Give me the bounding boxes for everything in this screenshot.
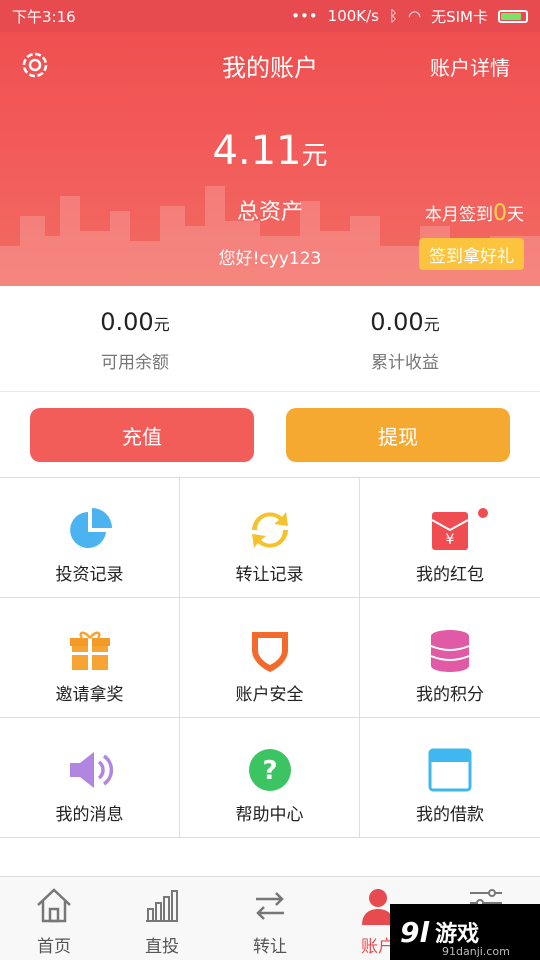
- total-assets: 4.11元: [0, 128, 540, 174]
- gift-box-icon: [70, 631, 110, 670]
- red-envelope-icon: ¥: [431, 512, 469, 550]
- grid-item-label: 邀请拿奖: [55, 685, 124, 705]
- status-time: 下午3:16: [12, 7, 76, 26]
- swap-arrows-icon: [256, 892, 284, 920]
- svg-text:¥: ¥: [446, 532, 455, 548]
- watermark-url: 91danji.com: [442, 945, 510, 958]
- cumulative-earnings[interactable]: 0.00元 累计收益: [270, 286, 540, 391]
- grid-item-label: 我的红包: [416, 565, 484, 585]
- available-balance-amount: 0.00: [100, 308, 154, 336]
- available-balance-unit: 元: [153, 315, 170, 334]
- grid-item-label: 我的消息: [55, 805, 124, 825]
- new-badge-dot: [478, 508, 488, 518]
- tab-transfer[interactable]: 转让: [216, 877, 324, 960]
- speaker-icon: [70, 752, 114, 788]
- wifi-icon: ◠: [408, 7, 422, 25]
- checkin-status: 本月签到0天: [425, 200, 524, 226]
- tab-label: 转让: [253, 937, 287, 957]
- nav-row: 我的账户 账户详情: [0, 32, 540, 98]
- sim-status: 无SIM卡: [431, 7, 488, 26]
- status-bar: 下午3:16 ••• 100K/s ᛒ ◠ 无SIM卡: [0, 0, 540, 32]
- cumulative-earnings-unit: 元: [423, 315, 440, 334]
- checkin-suffix: 天: [507, 205, 524, 225]
- gear-icon[interactable]: [18, 48, 52, 82]
- grid-item-red-envelope[interactable]: ¥ 我的红包: [360, 478, 540, 598]
- svg-text:?: ?: [262, 756, 277, 786]
- action-buttons: 充值 提现: [0, 408, 540, 462]
- withdraw-button[interactable]: 提现: [286, 408, 510, 462]
- grid-item-label: 账户安全: [235, 685, 304, 705]
- bar-chart-icon: [146, 890, 178, 922]
- database-icon: [430, 630, 470, 672]
- grid-item-transfer-records[interactable]: 转让记录: [180, 478, 360, 598]
- tab-home[interactable]: 首页: [0, 877, 108, 960]
- home-icon: [37, 888, 71, 923]
- balances-row: 0.00元 可用余额 0.00元 累计收益: [0, 286, 540, 392]
- checkin-days: 0: [493, 201, 507, 226]
- cumulative-earnings-label: 累计收益: [371, 353, 439, 373]
- help-question-icon: ?: [249, 749, 291, 791]
- grid-item-invite-rewards[interactable]: 邀请拿奖: [0, 598, 180, 718]
- grid-item-my-loans[interactable]: 我的借款: [360, 718, 540, 838]
- grid-item-label: 转让记录: [235, 565, 304, 585]
- cumulative-earnings-amount: 0.00: [370, 308, 424, 336]
- grid-item-label: 投资记录: [55, 565, 124, 585]
- signal-dots-icon: •••: [291, 7, 318, 25]
- account-detail-link[interactable]: 账户详情: [430, 52, 510, 81]
- grid-item-label: 我的借款: [416, 805, 484, 825]
- battery-icon: [498, 9, 528, 23]
- grid-item-label: 帮助中心: [235, 805, 304, 825]
- transfer-arrows-icon: [252, 512, 288, 548]
- grid-item-my-messages[interactable]: 我的消息: [0, 718, 180, 838]
- checkin-button[interactable]: 签到拿好礼: [419, 238, 524, 270]
- cumulative-earnings-value: 0.00元: [270, 308, 540, 336]
- total-assets-unit: 元: [301, 141, 328, 171]
- shield-icon: [252, 632, 288, 672]
- watermark-logo: 9l: [400, 915, 430, 949]
- tab-direct-invest[interactable]: 直投: [108, 877, 216, 960]
- grid-item-account-security[interactable]: 账户安全: [180, 598, 360, 718]
- recharge-button[interactable]: 充值: [30, 408, 254, 462]
- account-header: 我的账户 账户详情 4.11元 总资产 您好!cyy123 本月签到0天 签到拿…: [0, 32, 540, 286]
- checkin-prefix: 本月签到: [425, 205, 493, 225]
- site-watermark: 9l 游戏 91danji.com: [390, 904, 540, 960]
- grid-item-my-points[interactable]: 我的积分: [360, 598, 540, 718]
- pie-chart-icon: [70, 508, 112, 548]
- grid-item-investment-records[interactable]: 投资记录: [0, 478, 180, 598]
- available-balance-value: 0.00元: [0, 308, 270, 336]
- function-grid: 投资记录 转让记录 ¥ 我的红包 邀请拿奖 账户安全 我的积分 我的消息 ? 帮…: [0, 477, 540, 839]
- total-assets-value: 4.11: [212, 128, 302, 174]
- grid-item-help-center[interactable]: ? 帮助中心: [180, 718, 360, 838]
- watermark-text: 游戏: [435, 922, 480, 947]
- available-balance[interactable]: 0.00元 可用余额: [0, 286, 270, 391]
- tab-label: 首页: [37, 937, 71, 957]
- available-balance-label: 可用余额: [101, 353, 169, 373]
- window-card-icon: [428, 748, 472, 792]
- grid-item-label: 我的积分: [416, 685, 484, 705]
- network-speed: 100K/s: [327, 7, 379, 25]
- bluetooth-icon: ᛒ: [389, 7, 399, 25]
- tab-label: 直投: [145, 937, 179, 957]
